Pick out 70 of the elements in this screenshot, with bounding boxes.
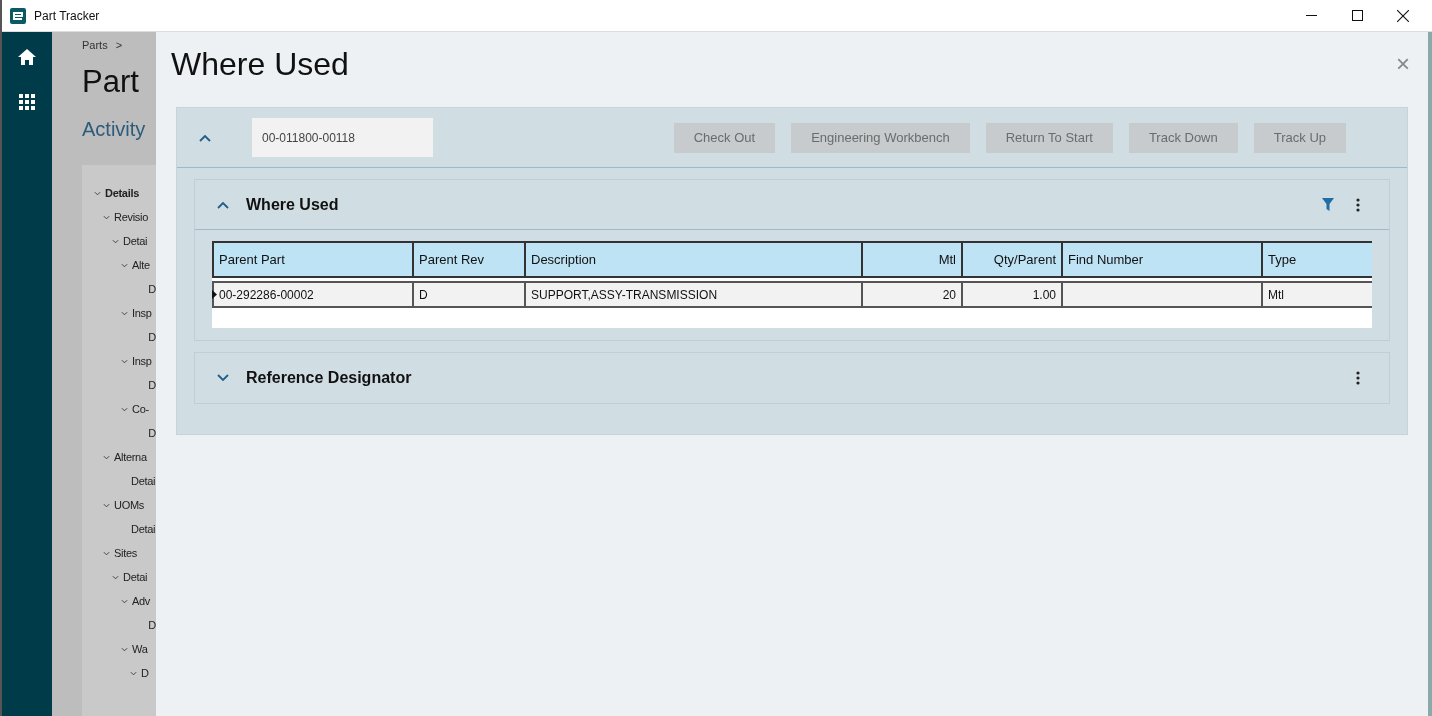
tree-item[interactable]: Sites — [114, 545, 137, 562]
chevron-down-icon[interactable] — [112, 575, 119, 580]
part-number-field[interactable]: 00-011800-00118 — [252, 118, 433, 157]
chevron-down-icon[interactable] — [103, 551, 110, 556]
tree-item[interactable]: Co- — [132, 401, 149, 418]
tree-item[interactable]: D — [148, 425, 156, 442]
table-cell-text: SUPPORT,ASSY-TRANSMISSION — [531, 286, 718, 304]
column-header[interactable]: Type — [1261, 243, 1370, 276]
chevron-up-icon[interactable] — [199, 133, 211, 142]
column-header[interactable]: Mtl — [861, 243, 961, 276]
tree-item[interactable]: Alterna — [114, 449, 147, 466]
page-title: Part — [81, 65, 140, 97]
chevron-down-icon[interactable] — [94, 191, 101, 196]
chevron-down-icon[interactable] — [103, 215, 110, 220]
tree-item[interactable]: Adv — [132, 593, 151, 610]
tree-item[interactable]: D — [148, 281, 156, 298]
column-header[interactable]: Find Number — [1061, 243, 1261, 276]
close-icon — [1397, 9, 1409, 22]
more-options-icon[interactable] — [1356, 197, 1360, 212]
activity-heading: Activity — [81, 118, 147, 139]
current-row-icon — [212, 290, 217, 299]
chevron-down-icon[interactable] — [112, 239, 119, 244]
filter-icon[interactable] — [1322, 198, 1334, 211]
chevron-down-icon[interactable] — [121, 359, 128, 364]
tree-item[interactable]: Insp — [132, 353, 152, 370]
chevron-down-icon[interactable] — [130, 671, 137, 676]
column-header[interactable]: Qty/Parent — [961, 243, 1061, 276]
tree-item[interactable]: Alte — [132, 257, 150, 274]
tree-item[interactable]: Revisio — [114, 209, 148, 226]
chevron-down-icon[interactable] — [121, 407, 128, 412]
breadcrumb-link[interactable]: Parts — [82, 37, 108, 54]
maximize-icon — [1351, 10, 1363, 21]
minimize-icon — [1305, 15, 1317, 16]
tree-item[interactable]: Detai — [131, 473, 156, 490]
apps-grid-icon[interactable] — [18, 94, 36, 111]
tree-item[interactable]: D — [148, 377, 156, 394]
tree-item[interactable]: D — [141, 665, 149, 682]
chevron-up-icon[interactable] — [217, 200, 229, 209]
tree-item[interactable]: Insp — [132, 305, 152, 322]
tree-item[interactable]: D — [148, 329, 156, 346]
table-cell-text: 20 — [942, 286, 956, 304]
chevron-down-icon[interactable] — [103, 455, 110, 460]
column-header[interactable]: Parent Part — [212, 243, 412, 276]
column-header[interactable]: Description — [524, 243, 861, 276]
table-cell-text: D — [419, 286, 428, 304]
tree-item[interactable]: Wa — [132, 641, 148, 658]
tree-item[interactable]: D — [148, 617, 156, 634]
tree-item[interactable]: Detai — [123, 233, 148, 250]
section-title: Reference Designator — [246, 368, 412, 388]
chevron-down-icon[interactable] — [121, 311, 128, 316]
chevron-down-icon[interactable] — [103, 503, 110, 508]
column-header[interactable]: Parent Rev — [412, 243, 524, 276]
app-logo-icon — [10, 7, 26, 24]
window-title: Part Tracker — [34, 7, 100, 25]
home-icon[interactable] — [17, 48, 37, 66]
more-options-icon[interactable] — [1356, 371, 1360, 385]
dialog-title: Where Used — [171, 48, 349, 80]
tree-item[interactable]: UOMs — [114, 497, 144, 514]
tree-item[interactable]: Detai — [123, 569, 148, 586]
table-cell-text: Mtl — [1268, 286, 1284, 304]
chevron-down-icon[interactable] — [121, 647, 128, 652]
chevron-down-icon[interactable] — [121, 263, 128, 268]
breadcrumb-separator: > — [115, 38, 123, 53]
chevron-down-icon[interactable] — [121, 599, 128, 604]
table-cell-text: 00-292286-00002 — [219, 286, 314, 304]
section-title: Where Used — [246, 194, 339, 215]
tree-item[interactable]: Detai — [131, 521, 156, 538]
tree-item[interactable]: Details — [105, 185, 139, 202]
table-cell-text: 1.00 — [1032, 286, 1056, 304]
chevron-down-icon[interactable] — [217, 374, 229, 382]
